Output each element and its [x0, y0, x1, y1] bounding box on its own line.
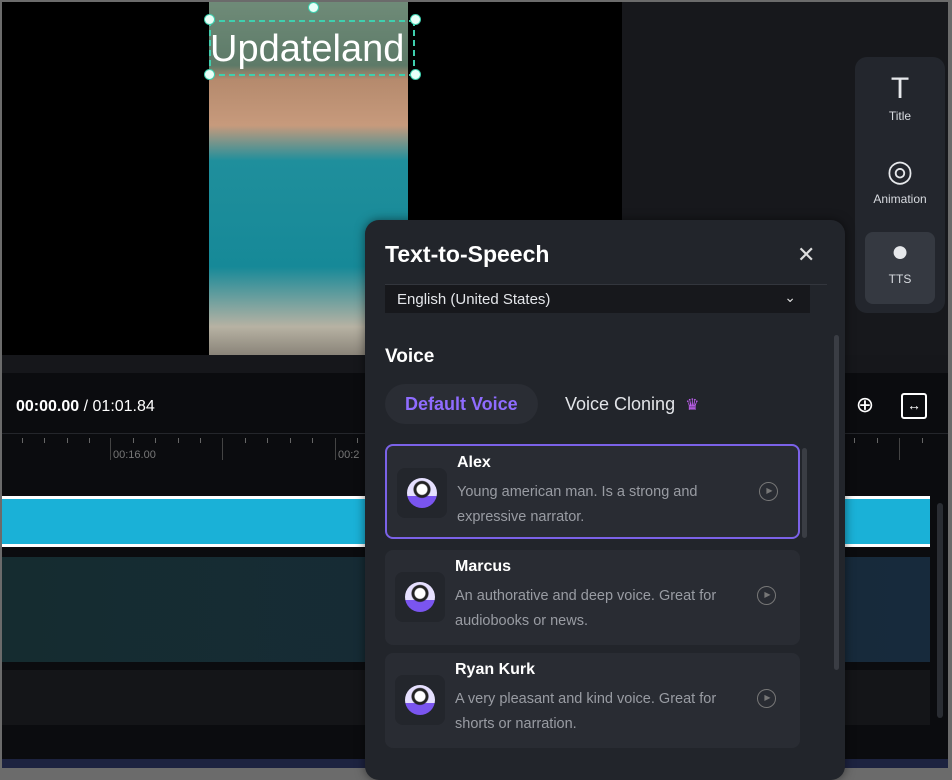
tool-label: Animation — [873, 192, 927, 206]
time-display: 00:00.00 / 01:01.84 — [16, 398, 155, 416]
tool-title[interactable]: T Title — [865, 69, 935, 141]
avatar — [397, 468, 447, 518]
chevron-down-icon: ⌄ — [784, 289, 796, 305]
ruler-label: 00:2 — [338, 449, 360, 461]
play-icon[interactable]: ▶ — [757, 689, 776, 708]
tab-label: Default Voice — [405, 394, 518, 414]
tool-tts[interactable]: ● TTS — [865, 232, 935, 304]
timeline-scrollbar[interactable] — [937, 503, 943, 718]
tab-default-voice[interactable]: Default Voice — [385, 384, 538, 424]
resize-handle[interactable] — [410, 69, 421, 80]
animation-icon: ◎ — [886, 155, 914, 188]
title-icon: T — [890, 72, 910, 105]
overlay-text[interactable]: Updateland — [210, 28, 404, 71]
language-value: English (United States) — [397, 291, 551, 308]
voice-description: A very pleasant and kind voice. Great fo… — [455, 691, 717, 732]
fit-timeline-icon[interactable]: ↔ — [901, 393, 927, 419]
voice-name: Alex — [457, 454, 491, 471]
avatar — [395, 675, 445, 725]
time-separator: / — [79, 398, 93, 415]
voice-heading: Voice — [385, 346, 435, 367]
tool-label: TTS — [888, 272, 912, 286]
voice-name: Marcus — [455, 558, 512, 575]
current-time: 00:00.00 — [16, 398, 80, 415]
panel-scrollbar[interactable] — [834, 335, 839, 670]
resize-handle[interactable] — [410, 14, 421, 25]
voice-description: Young american man. Is a strong and expr… — [457, 484, 698, 525]
voice-list-scrollbar[interactable] — [802, 448, 807, 538]
voice-card-marcus[interactable]: Marcus An authorative and deep voice. Gr… — [385, 550, 800, 645]
resize-handle[interactable] — [204, 69, 215, 80]
microphone-icon: ● — [890, 235, 910, 268]
voice-card-ryan-kurk[interactable]: Ryan Kurk A very pleasant and kind voice… — [385, 653, 800, 748]
voice-card-alex[interactable]: Alex Young american man. Is a strong and… — [385, 444, 800, 539]
tab-voice-cloning[interactable]: Voice Cloning ♛ — [545, 384, 719, 424]
language-select[interactable]: English (United States) ⌄ — [385, 285, 810, 313]
play-icon[interactable]: ▶ — [759, 482, 778, 501]
zoom-in-icon[interactable]: ⊕ — [852, 393, 878, 419]
panel-title: Text-to-Speech — [385, 241, 550, 267]
rotate-handle[interactable] — [308, 2, 319, 13]
total-time: 01:01.84 — [92, 398, 155, 415]
side-toolbar: T Title ◎ Animation ● TTS — [855, 57, 945, 313]
ruler-label: 00:16.00 — [113, 449, 156, 461]
voice-name: Ryan Kurk — [455, 661, 536, 678]
tool-animation[interactable]: ◎ Animation — [865, 152, 935, 224]
play-icon[interactable]: ▶ — [757, 586, 776, 605]
tts-panel: Text-to-Speech ✕ English (United States)… — [365, 220, 845, 780]
voice-description: An authorative and deep voice. Great for… — [455, 588, 717, 629]
tab-label: Voice Cloning — [565, 394, 676, 414]
tool-label: Title — [888, 109, 912, 123]
avatar — [395, 572, 445, 622]
close-icon[interactable]: ✕ — [797, 242, 815, 268]
resize-handle[interactable] — [204, 14, 215, 25]
crown-icon: ♛ — [685, 397, 700, 414]
